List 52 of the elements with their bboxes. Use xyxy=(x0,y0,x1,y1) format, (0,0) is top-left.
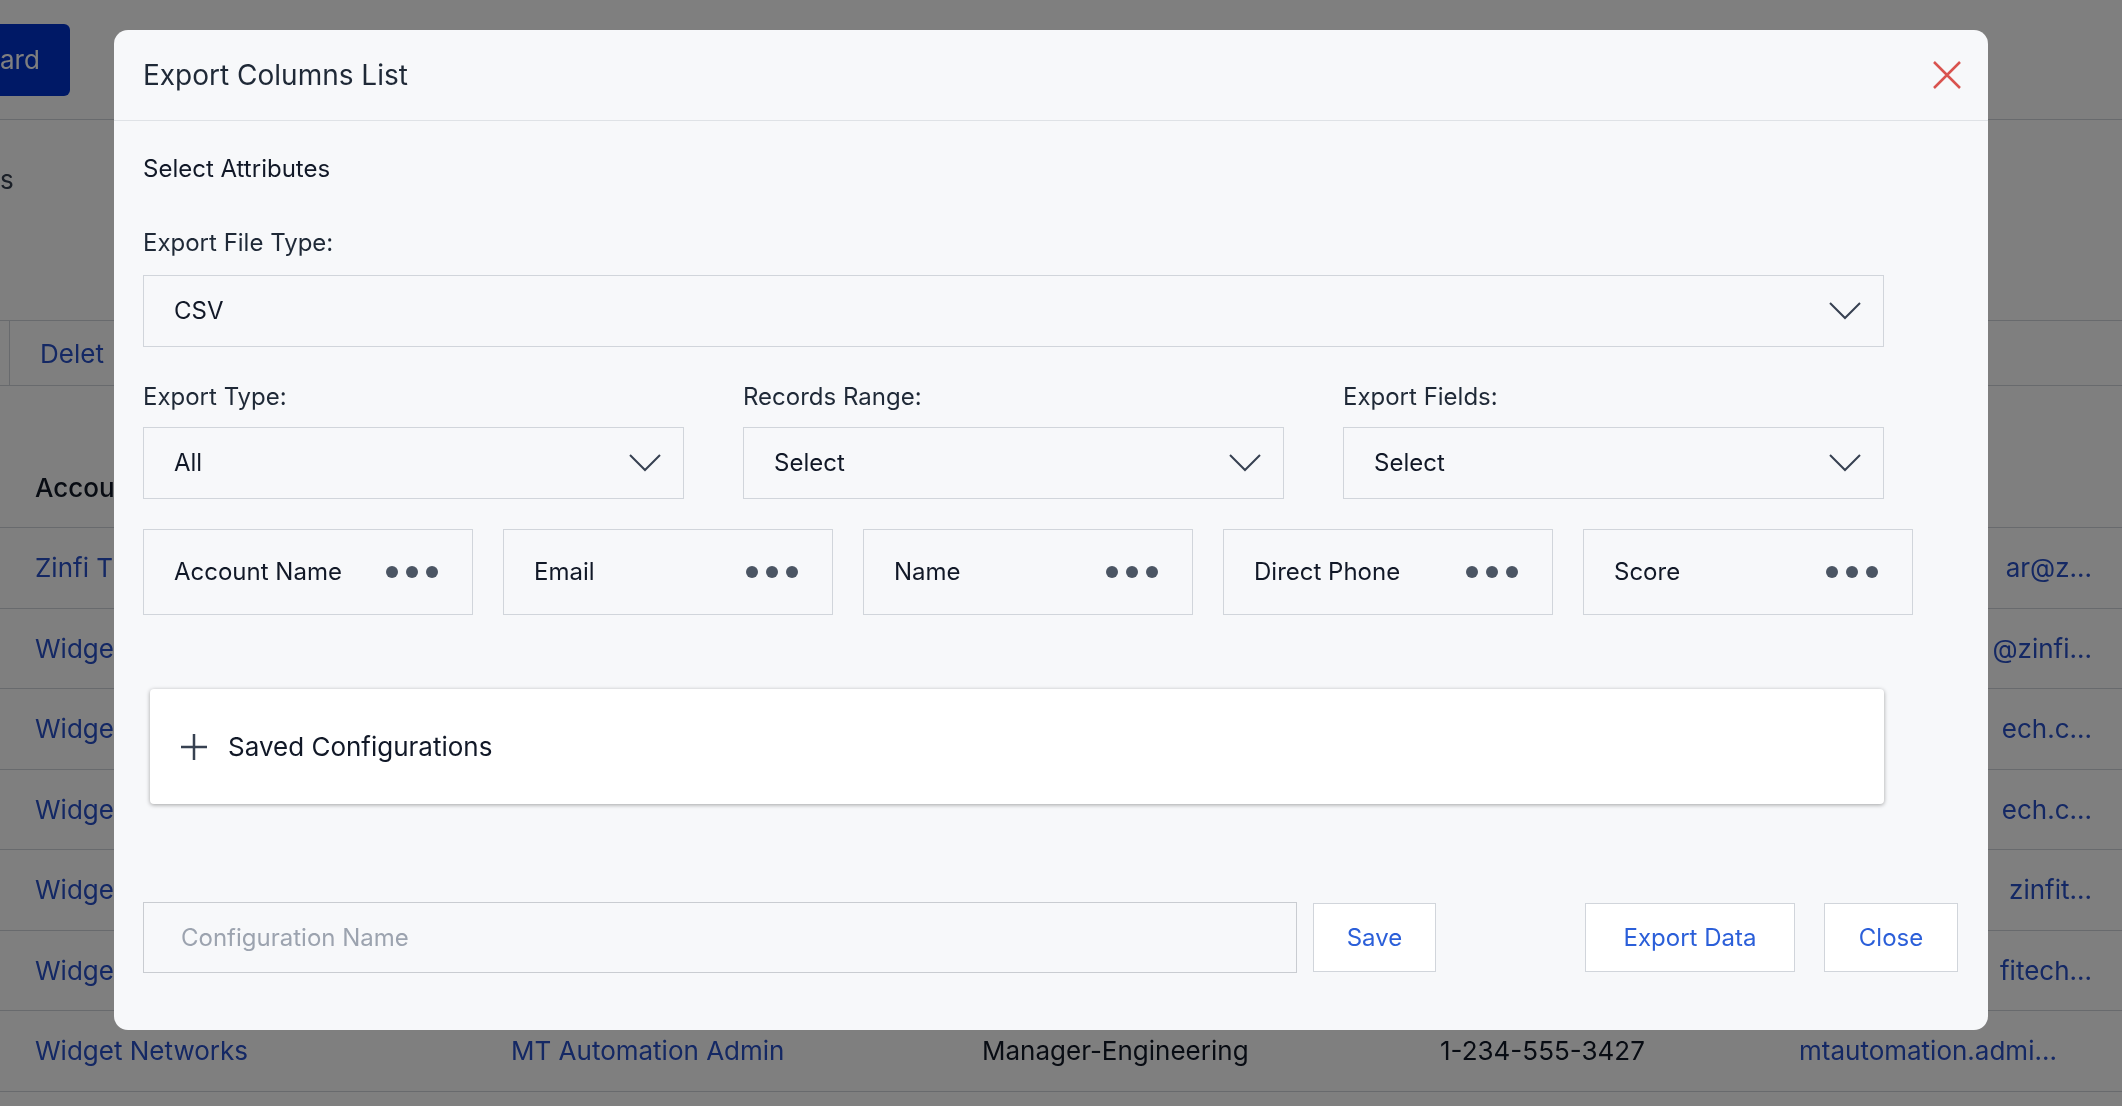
chevron-down-icon xyxy=(1229,454,1261,472)
delete-button[interactable]: Delet xyxy=(10,321,134,385)
dropdown[interactable]: CSV xyxy=(143,275,1884,347)
section-title: Select Attributes xyxy=(143,153,332,185)
table-link[interactable]: MT Automation Admin xyxy=(511,1031,982,1071)
dropdown[interactable]: Select xyxy=(743,427,1284,499)
table-cell-text: Manager-Engineering xyxy=(982,1034,1250,1069)
email-link[interactable]: zinfit... xyxy=(2009,870,2092,910)
column-chip[interactable]: Name xyxy=(863,529,1193,615)
email-link[interactable]: ar@z... xyxy=(2005,548,2092,588)
chevron-down-icon xyxy=(1829,454,1861,472)
save-button[interactable]: Save xyxy=(1313,903,1436,972)
field-label: Export Fields: xyxy=(1343,381,1499,413)
panel-title: Saved Configurations xyxy=(228,730,493,764)
account-link[interactable]: Widge xyxy=(35,789,114,829)
column-header: Accou xyxy=(35,471,115,505)
dashboard-button[interactable]: ard xyxy=(0,23,70,96)
field-label: Export File Type: xyxy=(143,227,335,259)
more-icon[interactable] xyxy=(386,566,438,578)
more-icon[interactable] xyxy=(746,566,798,578)
export-data-button[interactable]: Export Data xyxy=(1585,903,1795,972)
field-label: Export Type: xyxy=(143,381,288,413)
email-link[interactable]: @zinfi... xyxy=(1992,628,2092,668)
account-link[interactable]: Widge xyxy=(35,870,114,910)
configuration-name-field[interactable]: Configuration Name xyxy=(143,902,1297,973)
more-icon[interactable] xyxy=(1826,566,1878,578)
dialog-title: Export Columns List xyxy=(143,57,408,94)
field-label: Records Range: xyxy=(743,381,923,413)
account-link[interactable]: Widge xyxy=(35,950,114,990)
close-button[interactable]: Close xyxy=(1824,903,1958,972)
account-link[interactable]: Widge xyxy=(35,709,114,749)
account-link[interactable]: Zinfi T xyxy=(35,548,114,588)
table-link[interactable]: mtautomation.admi... xyxy=(1799,1031,2057,1071)
saved-configurations-panel[interactable]: Saved Configurations xyxy=(150,689,1884,804)
chevron-down-icon xyxy=(629,454,661,472)
column-chip[interactable]: Direct Phone xyxy=(1223,529,1553,615)
chevron-down-icon xyxy=(1829,302,1861,320)
column-chip[interactable]: Email xyxy=(503,529,833,615)
dropdown[interactable]: Select xyxy=(1343,427,1884,499)
more-icon[interactable] xyxy=(1466,566,1518,578)
email-link[interactable]: ech.c... xyxy=(2001,789,2092,829)
dropdown[interactable]: All xyxy=(143,427,684,499)
table-link[interactable]: Widget Networks xyxy=(35,1031,511,1071)
email-link[interactable]: fitech... xyxy=(1999,950,2092,990)
column-chip[interactable]: Score xyxy=(1583,529,1913,615)
account-link[interactable]: Widge xyxy=(35,628,114,668)
email-link[interactable]: ech.c... xyxy=(2001,709,2092,749)
plus-icon xyxy=(180,732,208,761)
column-chip[interactable]: Account Name xyxy=(143,529,473,615)
more-icon[interactable] xyxy=(1106,566,1158,578)
page-text: s xyxy=(0,164,14,195)
table-cell-text: 1-234-555-3427 xyxy=(1440,1034,1646,1069)
